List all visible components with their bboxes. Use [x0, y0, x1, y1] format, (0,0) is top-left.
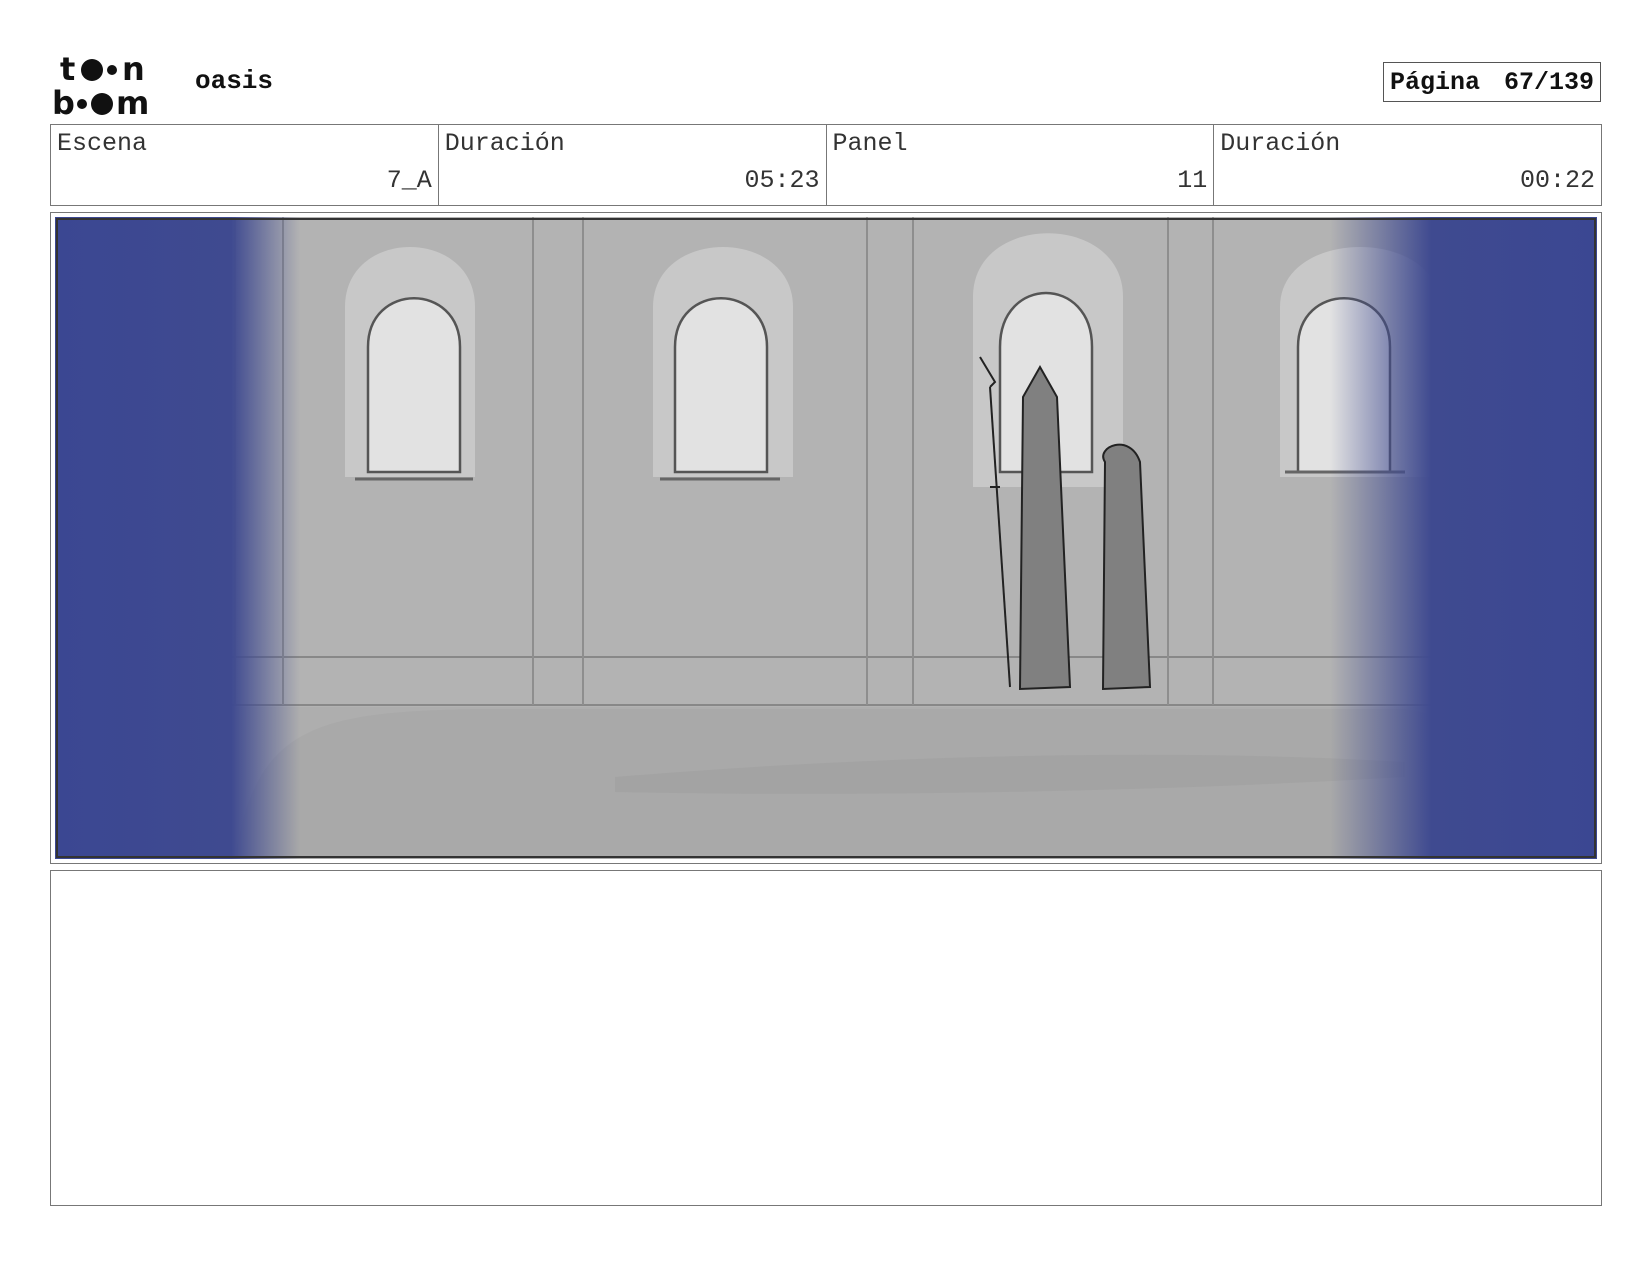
svg-text:b: b [52, 84, 75, 120]
scene-value: 7_A [386, 166, 432, 195]
panel-notes[interactable] [50, 870, 1602, 1206]
panel-cell: Panel 11 [827, 125, 1215, 205]
page-counter: Página 67/139 [1383, 62, 1601, 102]
panel-sketch [55, 217, 1597, 859]
project-name: oasis [195, 66, 274, 96]
scene-duration-label: Duración [444, 129, 565, 158]
page-label: Página [1390, 67, 1481, 97]
svg-text:t: t [60, 50, 75, 88]
scene-label: Escena [57, 129, 148, 158]
scene-duration-value: 05:23 [744, 166, 820, 195]
panel-duration-value: 00:22 [1519, 166, 1595, 195]
toon-boom-logo: t n b m [52, 50, 170, 122]
panel-label: Panel [832, 129, 908, 158]
scene-info-row: Escena 7_A Duración 05:23 Panel 11 Durac… [50, 124, 1602, 206]
scene-duration-cell: Duración 05:23 [439, 125, 827, 205]
svg-text:m: m [116, 84, 149, 120]
page-value: 67/139 [1503, 67, 1594, 97]
storyboard-panel [50, 212, 1602, 864]
scene-cell: Escena 7_A [51, 125, 439, 205]
panel-duration-cell: Duración 00:22 [1214, 125, 1601, 205]
panel-duration-label: Duración [1220, 129, 1341, 158]
panel-value: 11 [1177, 166, 1208, 195]
svg-text:n: n [122, 50, 145, 88]
